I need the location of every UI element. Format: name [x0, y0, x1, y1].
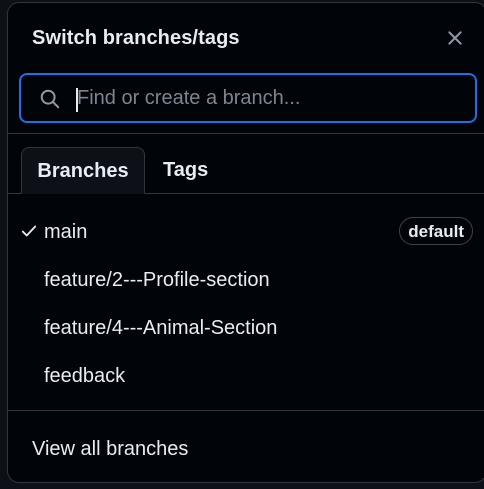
divider [8, 133, 484, 134]
branch-label: feature/4---Animal-Section [44, 317, 278, 339]
branch-label: feature/2---Profile-section [44, 269, 270, 291]
check-icon [21, 225, 37, 237]
branch-switcher-dialog: Switch branches/tags Branches Tags main … [7, 2, 484, 483]
close-icon [448, 31, 462, 45]
branch-search-input[interactable] [73, 81, 467, 115]
divider [8, 410, 484, 411]
branch-item-main[interactable]: main default [8, 208, 484, 256]
branch-item-feedback[interactable]: feedback [8, 352, 484, 400]
dialog-header: Switch branches/tags [8, 3, 484, 73]
view-all-branches-link[interactable]: View all branches [32, 438, 188, 461]
search-box[interactable] [19, 73, 477, 123]
branch-label: feedback [44, 365, 126, 387]
tab-tags[interactable]: Tags [163, 147, 223, 194]
close-button[interactable] [442, 25, 468, 51]
branch-list: main default feature/2---Profile-section… [8, 208, 484, 400]
branch-item-feature-4[interactable]: feature/4---Animal-Section [8, 304, 484, 352]
branch-item-feature-2[interactable]: feature/2---Profile-section [8, 256, 484, 304]
dialog-title: Switch branches/tags [32, 27, 240, 49]
tab-bar: Branches Tags [8, 147, 484, 194]
default-badge: default [399, 217, 473, 245]
search-icon [40, 89, 60, 109]
tab-branches[interactable]: Branches [21, 147, 145, 194]
branch-label: main [44, 221, 88, 243]
text-caret [76, 88, 78, 112]
